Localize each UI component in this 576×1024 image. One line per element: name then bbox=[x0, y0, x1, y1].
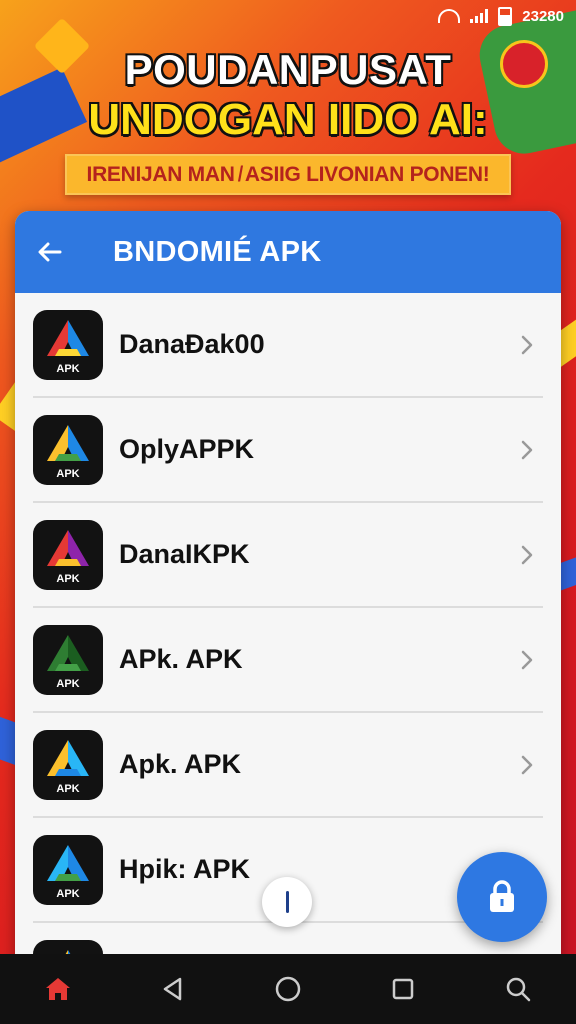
app-icon: APK bbox=[33, 624, 103, 695]
chevron-right-icon bbox=[521, 545, 533, 564]
triangle-logo-icon bbox=[47, 739, 89, 776]
list-item[interactable]: APK APk. APK bbox=[33, 608, 543, 713]
lock-icon bbox=[490, 880, 514, 912]
hero-banner: IRENIJAN MAN ̸ ASIIG LIVONIAN PONEN! bbox=[64, 154, 512, 195]
apk-badge: APK bbox=[56, 572, 80, 585]
app-name: Hpik: APK bbox=[119, 854, 251, 884]
app-icon: APK bbox=[33, 834, 103, 905]
status-time: 23280 bbox=[522, 7, 564, 25]
app-bar-title: BNDOMIÉ APK bbox=[113, 235, 322, 268]
hero-title-line1: POUDANPUSAT bbox=[124, 46, 452, 93]
list-item[interactable]: APK DanaĐak00 bbox=[33, 293, 543, 398]
app-icon: APK bbox=[33, 729, 103, 800]
apk-badge: APK bbox=[56, 362, 80, 375]
chevron-right-icon bbox=[521, 650, 533, 669]
status-bar: 23280 bbox=[438, 6, 564, 26]
apk-badge: APK bbox=[56, 467, 80, 480]
signal-icon bbox=[470, 9, 489, 23]
app-bar: BNDOMIÉ APK bbox=[15, 211, 561, 293]
arrow-left-icon bbox=[38, 242, 62, 262]
app-icon: APK bbox=[33, 309, 103, 380]
app-name: Apk. APK bbox=[119, 749, 242, 779]
nav-recents-button[interactable] bbox=[373, 959, 433, 1019]
chevron-right-icon bbox=[521, 335, 533, 354]
nav-home-button[interactable] bbox=[28, 959, 88, 1019]
triangle-logo-icon bbox=[47, 529, 89, 566]
app-icon: APK bbox=[33, 414, 103, 485]
recents-square-icon bbox=[392, 978, 414, 1000]
list-item[interactable]: APK DanaIKPK bbox=[33, 503, 543, 608]
nav-home-circle-button[interactable] bbox=[258, 959, 318, 1019]
app-name: APk. APK bbox=[119, 644, 243, 674]
app-name: DanaIKPK bbox=[119, 539, 250, 569]
app-icon: APK bbox=[33, 519, 103, 590]
nav-back-button[interactable] bbox=[143, 959, 203, 1019]
app-name: DanaĐak00 bbox=[119, 329, 265, 359]
search-icon bbox=[507, 977, 531, 1002]
nav-search-button[interactable] bbox=[488, 959, 548, 1019]
triangle-logo-icon bbox=[47, 424, 89, 461]
chevron-right-icon bbox=[521, 440, 533, 459]
scroll-indicator[interactable] bbox=[262, 877, 312, 927]
back-button[interactable] bbox=[15, 211, 85, 293]
hero-header: POUDANPUSAT UNDOGAN IIDO AI: IRENIJAN MA… bbox=[0, 48, 576, 195]
apk-badge: APK bbox=[56, 677, 80, 690]
hero-title-line2: UNDOGAN IIDO AI: bbox=[88, 95, 488, 144]
list-item[interactable]: APK OplyAPPK bbox=[33, 398, 543, 503]
battery-icon bbox=[498, 6, 513, 26]
home-circle-icon bbox=[275, 976, 301, 1002]
apk-badge: APK bbox=[56, 887, 80, 900]
app-name: OplyAPPK bbox=[119, 434, 255, 464]
list-item[interactable]: APK Apk. APK bbox=[33, 713, 543, 818]
nav-bar bbox=[0, 954, 576, 1024]
chevron-right-icon bbox=[521, 755, 533, 774]
triangle-logo-icon bbox=[47, 319, 89, 356]
wifi-icon bbox=[438, 9, 461, 23]
back-triangle-icon bbox=[163, 977, 182, 1001]
apk-badge: APK bbox=[56, 782, 80, 795]
lock-button[interactable] bbox=[457, 852, 547, 942]
triangle-logo-icon bbox=[47, 634, 89, 671]
triangle-logo-icon bbox=[47, 844, 89, 881]
home-icon bbox=[45, 978, 70, 1000]
